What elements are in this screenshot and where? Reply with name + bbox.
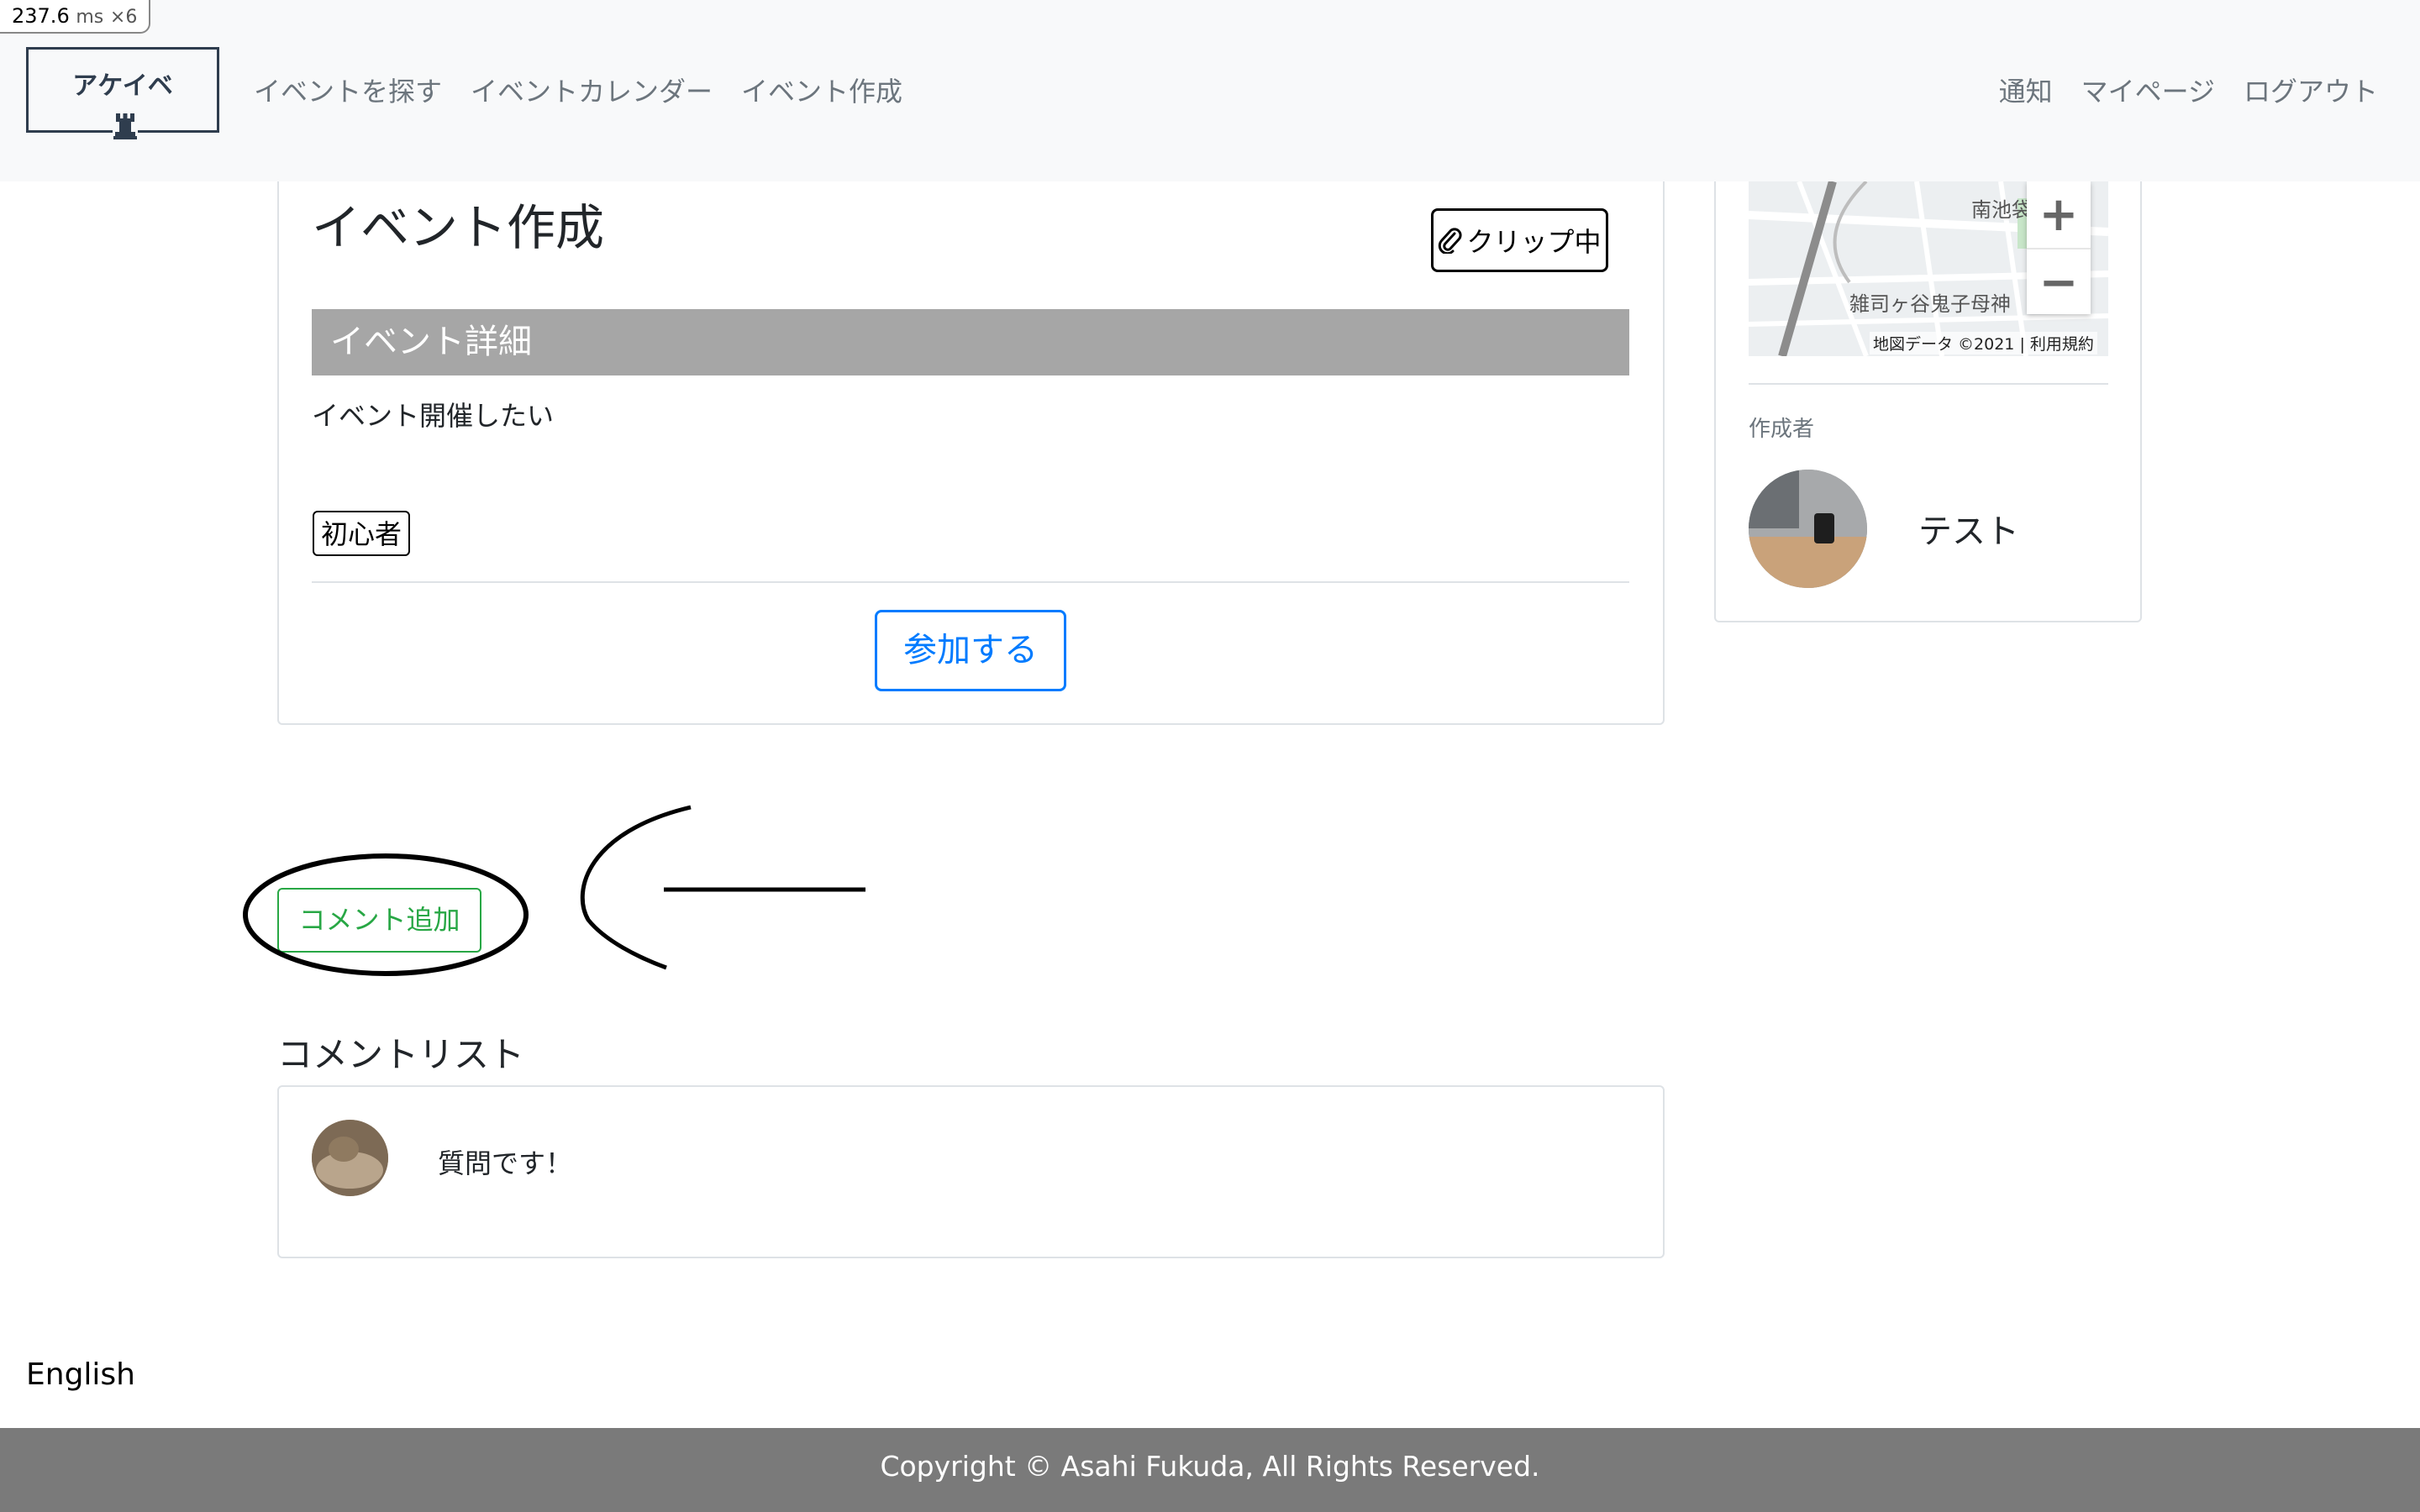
event-description: イベント開催したい — [312, 400, 555, 432]
sidebar-divider — [1749, 383, 2108, 385]
footer: Copyright © Asahi Fukuda, All Rights Res… — [0, 1428, 2420, 1512]
nav-my-page[interactable]: マイページ — [2081, 71, 2215, 109]
add-comment-button[interactable]: コメント追加 — [277, 888, 481, 953]
commenter-avatar-image — [312, 1120, 388, 1196]
event-detail-header: イベント詳細 — [312, 309, 1629, 375]
rook-icon — [113, 112, 138, 140]
paperclip-icon — [1439, 228, 1463, 254]
map-attribution: 地図データ ©2021 | 利用規約 — [1870, 332, 2097, 354]
clip-button-label: クリップ中 — [1466, 226, 1602, 258]
perf-value: 237.6 — [12, 4, 70, 28]
comment-text: 質問です！ — [438, 1147, 573, 1179]
logo-text: アケイベ — [72, 71, 173, 101]
author-avatar[interactable] — [1749, 470, 1867, 588]
nav-notifications[interactable]: 通知 — [1999, 71, 2053, 109]
commenter-avatar[interactable] — [312, 1120, 388, 1196]
map-label-zoshigaya: 雑司ヶ谷鬼子母神 — [1849, 292, 2011, 316]
nav-find-events[interactable]: イベントを探す — [254, 71, 442, 109]
site-logo[interactable]: アケイベ — [26, 47, 219, 140]
annotation-arrowhead — [580, 805, 692, 970]
perf-multiplier: ×6 — [109, 7, 138, 28]
map-zoom-control: + − — [2027, 181, 2091, 314]
author-name[interactable]: テスト — [1918, 504, 2019, 553]
comment-list-title: コメントリスト — [277, 1034, 525, 1075]
language-switch[interactable]: English — [26, 1357, 135, 1392]
nav-create-event[interactable]: イベント作成 — [741, 71, 902, 109]
join-button[interactable]: 参加する — [875, 610, 1066, 691]
map-terms-link[interactable]: 利用規約 — [2030, 335, 2094, 354]
perf-readout: 237.6 ms ×6 — [0, 0, 151, 34]
author-label: 作成者 — [1749, 417, 1815, 442]
event-title: イベント作成 — [312, 199, 605, 256]
map-zoom-out-button[interactable]: − — [2027, 248, 2091, 316]
event-divider — [312, 581, 1629, 583]
map-label-minami-ikebukuro: 南池袋 — [1971, 198, 2032, 222]
footer-copyright: Copyright © Asahi Fukuda, All Rights Res… — [880, 1450, 1540, 1483]
nav-event-calendar[interactable]: イベントカレンダー — [471, 71, 713, 109]
map-zoom-in-button[interactable]: + — [2027, 181, 2091, 248]
author-avatar-image — [1749, 470, 1867, 588]
nav-left: イベントを探す イベントカレンダー イベント作成 — [254, 71, 902, 109]
nav-logout[interactable]: ログアウト — [2244, 71, 2378, 109]
nav-right: 通知 マイページ ログアウト — [1999, 71, 2378, 109]
navbar: アケイベ イベントを探す イベントカレンダー イベント作成 通知 マイページ ロ… — [0, 0, 2420, 181]
event-tag[interactable]: 初心者 — [313, 511, 411, 556]
clip-button[interactable]: クリップ中 — [1431, 208, 1608, 272]
map-data-credit: 地図データ ©2021 — [1873, 335, 2015, 354]
perf-unit: ms — [76, 7, 104, 28]
